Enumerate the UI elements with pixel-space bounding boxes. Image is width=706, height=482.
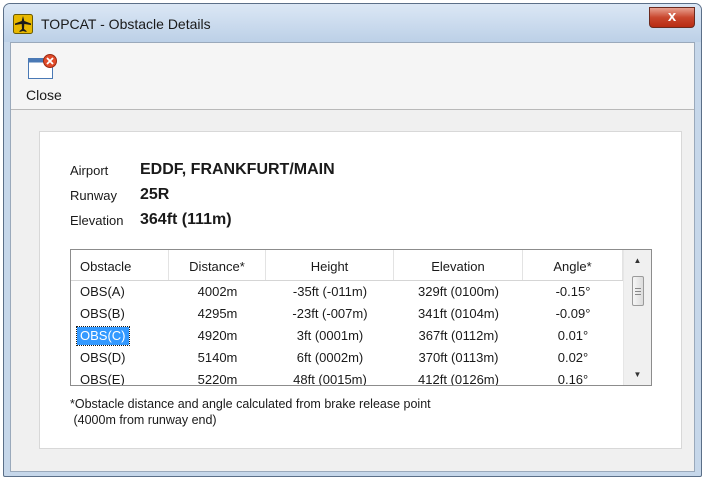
angle-cell: 0.16° [557,372,589,386]
runway-value: 25R [140,186,170,203]
distance-cell: 5140m [197,350,238,365]
window-close-icon [28,54,57,79]
obstacle-cell: OBS(D) [80,350,126,365]
window-title: TOPCAT - Obstacle Details [41,16,211,32]
obstacle-details-window: TOPCAT - Obstacle Details x Close Airpor… [3,3,702,477]
elevation-cell: 329ft (0100m) [418,284,499,299]
obstacle-table[interactable]: Obstacle Distance* Height Elevation Angl… [70,249,652,386]
obstacle-cell-selected: OBS(C) [76,326,130,346]
elevation-value: 364ft (111m) [140,211,232,228]
airplane-app-icon [13,14,33,34]
airport-value: EDDF, FRANKFURT/MAIN [140,161,335,178]
angle-cell: 0.01° [557,328,589,343]
distance-cell: 4295m [197,306,238,321]
scrollbar-thumb[interactable] [632,276,644,306]
elevation-label: Elevation [70,213,124,228]
footnote-line-2: (4000m from runway end) [70,413,217,427]
height-cell: -23ft (-007m) [292,306,368,321]
angle-cell: -0.15° [555,284,591,299]
angle-cell: -0.09° [555,306,591,321]
height-cell: 6ft (0002m) [296,350,364,365]
distance-cell: 5220m [197,372,238,386]
toolbar-close-label: Close [26,87,62,103]
table-row[interactable]: OBS(B) 4295m -23ft (-007m) 341ft (0104m)… [71,303,623,325]
table-header: Obstacle Distance* Height Elevation Angl… [71,250,623,281]
obstacle-cell: OBS(A) [80,284,125,299]
footnote: *Obstacle distance and angle calculated … [70,396,431,428]
toolbar-close-button[interactable]: Close [23,49,67,105]
toolbar: Close [11,43,694,110]
height-cell: 48ft (0015m) [293,372,367,386]
table-rows: OBS(A) 4002m -35ft (-011m) 329ft (0100m)… [71,281,623,386]
elevation-cell: 341ft (0104m) [418,306,499,321]
column-header-angle[interactable]: Angle* [523,250,623,280]
column-header-obstacle[interactable]: Obstacle [71,250,169,280]
table-row[interactable]: OBS(D) 5140m 6ft (0002m) 370ft (0113m) 0… [71,347,623,369]
elevation-cell: 367ft (0112m) [418,328,499,343]
thumb-grip-line [635,291,641,292]
thumb-grip-line [635,294,641,295]
table-row-selected[interactable]: OBS(C) 4920m 3ft (0001m) 367ft (0112m) 0… [71,325,623,347]
column-header-distance[interactable]: Distance* [169,250,266,280]
table-row[interactable]: OBS(A) 4002m -35ft (-011m) 329ft (0100m)… [71,281,623,303]
angle-cell: 0.02° [557,350,589,365]
window-close-button[interactable]: x [649,7,695,28]
runway-label: Runway [70,188,117,203]
obstacle-cell: OBS(B) [80,306,125,321]
title-bar[interactable]: TOPCAT - Obstacle Details x [4,4,701,42]
table-vertical-scrollbar[interactable]: ▲ ▼ [623,250,651,385]
close-x-icon: x [667,8,677,25]
scroll-down-arrow-icon[interactable]: ▼ [624,366,651,383]
table-row[interactable]: OBS(E) 5220m 48ft (0015m) 412ft (0126m) … [71,369,623,386]
height-cell: 3ft (0001m) [296,328,364,343]
dialog-client-area: Close Airport EDDF, FRANKFURT/MAIN Runwa… [10,42,695,472]
distance-cell: 4920m [197,328,238,343]
distance-cell: 4002m [197,284,238,299]
obstacle-panel: Airport EDDF, FRANKFURT/MAIN Runway 25R … [39,131,682,449]
column-header-elevation[interactable]: Elevation [394,250,523,280]
thumb-grip-line [635,288,641,289]
height-cell: -35ft (-011m) [292,284,368,299]
elevation-cell: 370ft (0113m) [418,350,499,365]
scroll-up-arrow-icon[interactable]: ▲ [624,252,651,269]
elevation-cell: 412ft (0126m) [418,372,499,386]
column-header-height[interactable]: Height [266,250,394,280]
airport-label: Airport [70,163,109,178]
obstacle-cell: OBS(E) [80,372,125,386]
footnote-line-1: *Obstacle distance and angle calculated … [70,397,431,411]
